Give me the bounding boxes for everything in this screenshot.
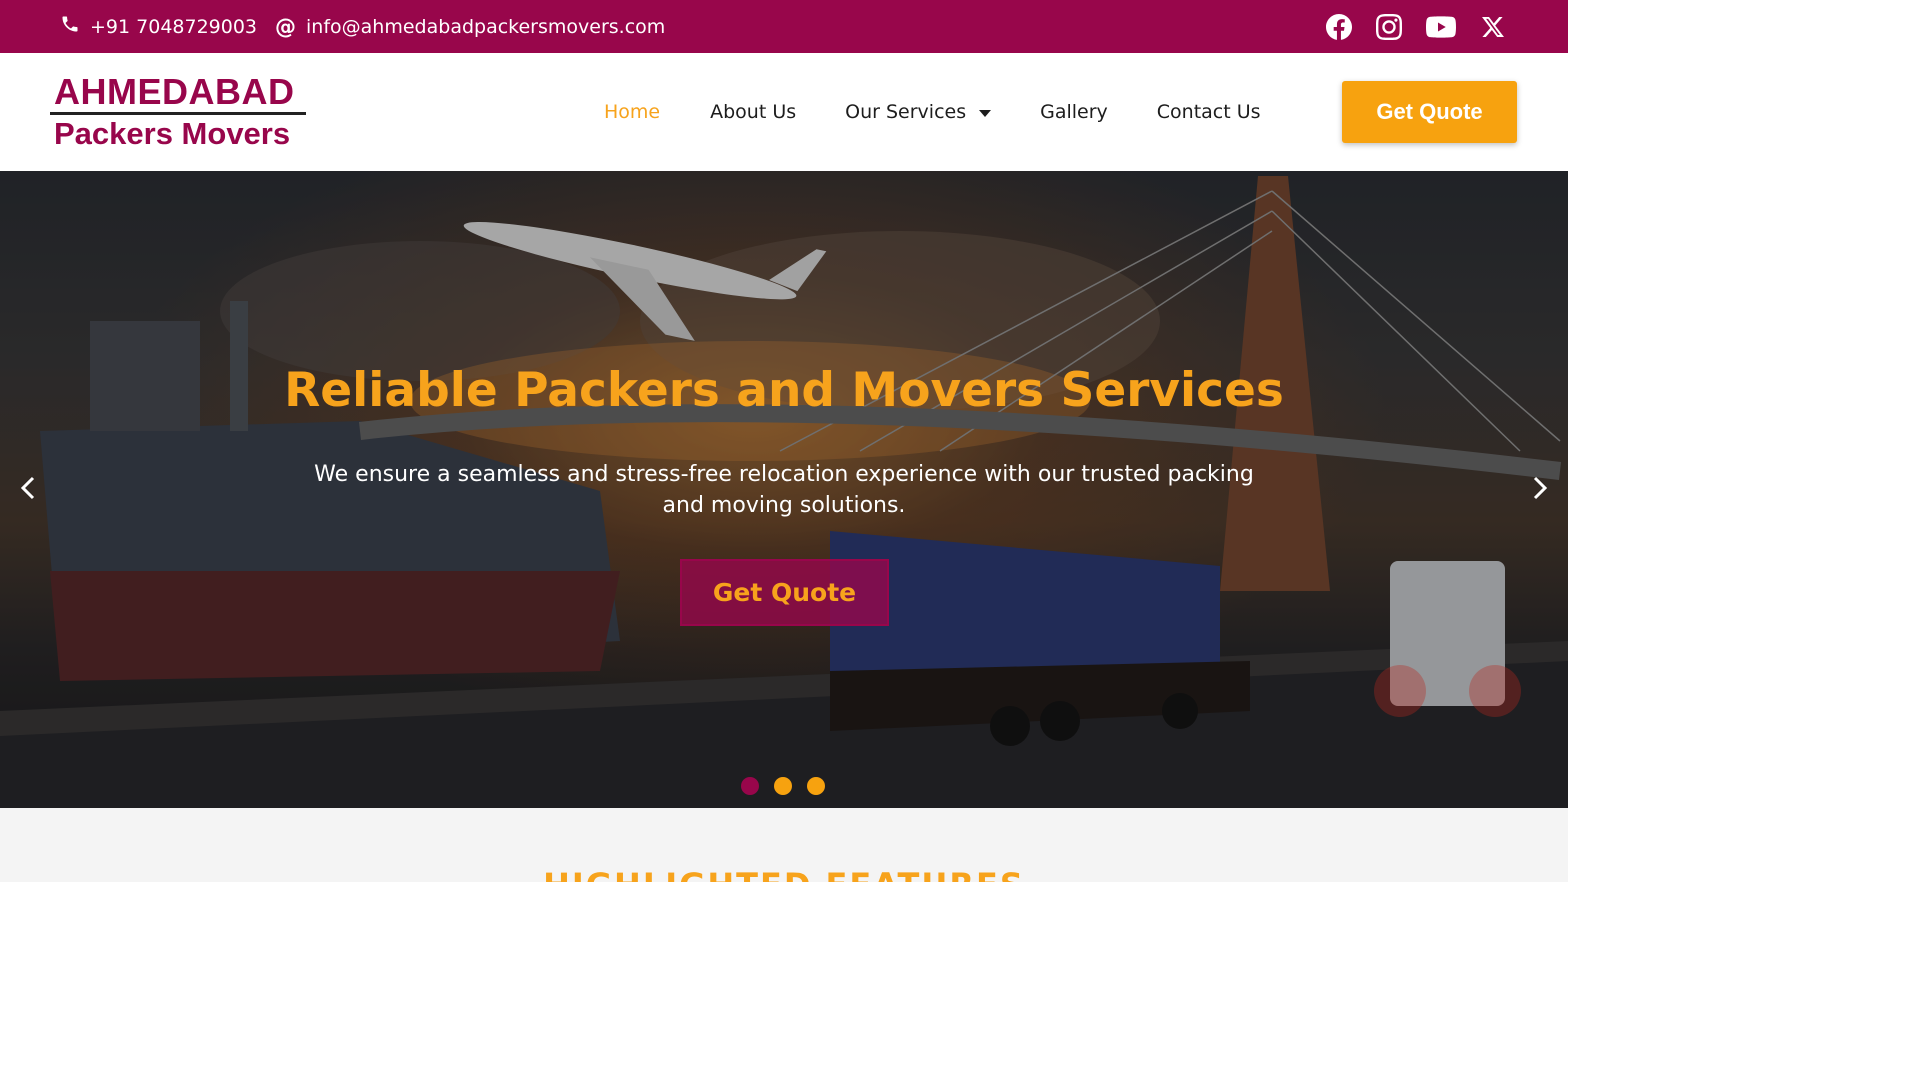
chevron-right-icon: [1533, 476, 1548, 500]
facebook-icon[interactable]: [1326, 13, 1352, 40]
features-heading: HIGHLIGHTED FEATURES: [0, 866, 1568, 882]
header-get-quote-button[interactable]: Get Quote: [1342, 81, 1517, 143]
slide-dot-1[interactable]: [741, 777, 759, 795]
logo-line-2: Packers Movers: [54, 116, 291, 151]
hero-title: Reliable Packers and Movers Services: [284, 363, 1284, 418]
chevron-left-icon: [20, 476, 35, 500]
nav-our-services-label: Our Services: [845, 101, 967, 123]
x-icon[interactable]: [1480, 14, 1506, 40]
phone-number: +91 7048729003: [90, 15, 258, 38]
hero-subtitle: We ensure a seamless and stress-free rel…: [314, 462, 1254, 518]
chevron-down-icon: [979, 109, 992, 117]
nav-gallery[interactable]: Gallery: [1040, 101, 1108, 123]
logo-line-1: AHMEDABAD: [54, 71, 295, 112]
youtube-icon[interactable]: [1426, 14, 1456, 40]
nav-home[interactable]: Home: [604, 101, 660, 123]
phone-icon: [60, 14, 80, 39]
slider-pagination: [741, 777, 825, 795]
slide-dot-2[interactable]: [774, 777, 792, 795]
features-section: HIGHLIGHTED FEATURES: [0, 808, 1568, 882]
email-link[interactable]: @ info@ahmedabadpackersmovers.com: [275, 15, 665, 39]
next-slide-arrow[interactable]: [1526, 471, 1554, 505]
instagram-icon[interactable]: [1376, 13, 1402, 40]
logo-divider: [50, 112, 306, 115]
top-bar: +91 7048729003 @ info@ahmedabadpackersmo…: [0, 0, 1568, 53]
hero-get-quote-button[interactable]: Get Quote: [680, 559, 889, 626]
email-address: info@ahmedabadpackersmovers.com: [306, 15, 666, 38]
nav-contact-us[interactable]: Contact Us: [1157, 101, 1261, 123]
at-icon: @: [275, 14, 297, 39]
phone-link[interactable]: +91 7048729003: [60, 14, 257, 39]
site-header: AHMEDABAD Packers Movers Home About Us O…: [0, 53, 1568, 171]
prev-slide-arrow[interactable]: [14, 471, 42, 505]
slide-dot-3[interactable]: [807, 777, 825, 795]
main-nav: Home About Us Our Services Gallery Conta…: [604, 53, 1261, 171]
site-logo[interactable]: AHMEDABAD Packers Movers: [50, 74, 308, 150]
contact-info: +91 7048729003 @ info@ahmedabadpackersmo…: [60, 14, 665, 39]
hero-slider: Reliable Packers and Movers Services We …: [0, 171, 1568, 808]
nav-about-us[interactable]: About Us: [710, 101, 796, 123]
social-links: [1326, 13, 1506, 40]
nav-our-services[interactable]: Our Services: [845, 101, 992, 123]
